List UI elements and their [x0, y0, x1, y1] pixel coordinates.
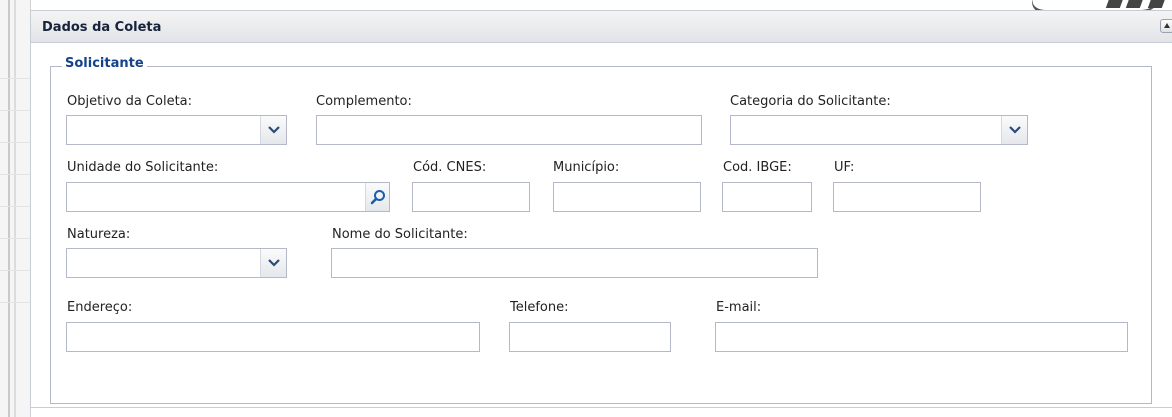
ibge-input[interactable] — [722, 182, 812, 212]
fieldset-legend: Solicitante — [62, 56, 147, 71]
nome-input[interactable] — [331, 248, 818, 278]
panel-header: Dados da Coleta — [31, 11, 1172, 43]
municipio-label: Município: — [553, 160, 620, 175]
chevron-down-icon — [268, 126, 280, 134]
cnes-label: Cód. CNES: — [413, 160, 487, 175]
gutter-rule — [0, 270, 30, 271]
panel-title: Dados da Coleta — [42, 20, 162, 35]
gutter-rule — [0, 238, 30, 239]
telefone-label: Telefone: — [510, 300, 569, 315]
uf-input[interactable] — [833, 182, 981, 212]
decorative-block — [1147, 0, 1167, 8]
natureza-select[interactable] — [66, 248, 287, 278]
gutter-rule — [0, 110, 30, 111]
objetivo-dropdown-trigger[interactable] — [260, 116, 286, 144]
left-gutter — [0, 0, 31, 417]
natureza-dropdown-trigger[interactable] — [260, 249, 286, 277]
categoria-select[interactable] — [730, 115, 1028, 145]
endereco-label: Endereço: — [67, 300, 133, 315]
gutter-rule — [0, 174, 30, 175]
unidade-label: Unidade do Solicitante: — [67, 160, 219, 175]
natureza-label: Natureza: — [67, 227, 131, 242]
municipio-input[interactable] — [553, 182, 701, 212]
search-icon — [370, 190, 385, 205]
unidade-lookup-field[interactable] — [66, 182, 390, 212]
gutter-line — [14, 0, 16, 417]
gutter-rule — [0, 206, 30, 207]
gutter-rule — [0, 78, 30, 79]
endereco-input[interactable] — [66, 322, 480, 352]
telefone-input[interactable] — [509, 322, 671, 352]
complemento-label: Complemento: — [316, 94, 412, 109]
complemento-input[interactable] — [316, 115, 702, 145]
gutter-rule — [0, 302, 30, 303]
chevron-down-icon — [1009, 126, 1021, 134]
categoria-label: Categoria do Solicitante: — [730, 94, 891, 109]
unidade-search-button[interactable] — [365, 183, 389, 211]
objetivo-select[interactable] — [66, 115, 287, 145]
objetivo-label: Objetivo da Coleta: — [67, 94, 193, 109]
email-input[interactable] — [715, 322, 1128, 352]
email-label: E-mail: — [716, 300, 762, 315]
ibge-label: Cod. IBGE: — [723, 160, 792, 175]
cnes-input[interactable] — [412, 182, 530, 212]
collapse-up-icon[interactable] — [1160, 19, 1172, 33]
uf-label: UF: — [834, 160, 855, 175]
gutter-rule — [0, 142, 30, 143]
nome-label: Nome do Solicitante: — [332, 227, 468, 242]
gutter-line — [8, 0, 10, 417]
chevron-down-icon — [268, 259, 280, 267]
categoria-dropdown-trigger[interactable] — [1001, 116, 1027, 144]
